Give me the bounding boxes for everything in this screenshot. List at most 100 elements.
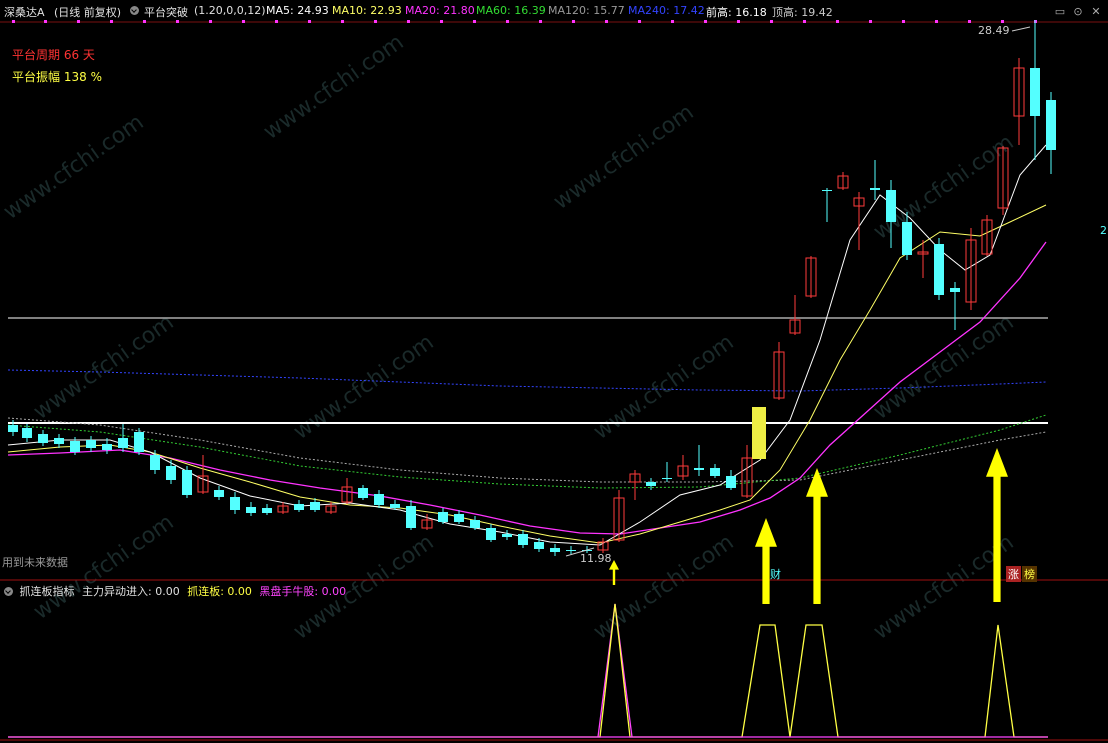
future-data-notice: 用到未来数据: [2, 556, 68, 569]
candle[interactable]: [662, 462, 672, 482]
candle-body: [902, 222, 912, 255]
candle[interactable]: [182, 466, 192, 498]
stock-name[interactable]: 深桑达A: [4, 4, 45, 20]
candle[interactable]: [518, 530, 528, 548]
badge-cai[interactable]: 财: [768, 566, 783, 582]
ma5-value: MA5: 24.93: [266, 4, 329, 17]
badge-zhang[interactable]: 涨: [1006, 566, 1021, 582]
candle-body: [166, 466, 176, 480]
candle[interactable]: [694, 445, 704, 476]
top-dot: [869, 20, 872, 23]
candle[interactable]: [741, 445, 753, 498]
top-dot: [308, 20, 311, 23]
candle[interactable]: [1046, 92, 1056, 174]
candle[interactable]: [502, 530, 512, 540]
candle[interactable]: [374, 490, 384, 508]
candle[interactable]: [726, 470, 736, 490]
candle[interactable]: [837, 172, 849, 190]
candle[interactable]: [150, 450, 160, 474]
candle[interactable]: [38, 430, 48, 446]
candle-body: [406, 506, 416, 528]
candlestick-series[interactable]: [8, 20, 1056, 556]
close-icon[interactable]: ✕: [1090, 6, 1102, 18]
platform-period: 平台周期 66 天: [12, 46, 95, 63]
right-edge-mark: 2: [1100, 224, 1107, 237]
candle[interactable]: [438, 508, 448, 524]
candle[interactable]: [934, 238, 944, 300]
candle[interactable]: [773, 342, 785, 400]
candle[interactable]: [566, 546, 576, 554]
candle[interactable]: [197, 455, 209, 494]
top-dot: [176, 20, 179, 23]
top-dot: [605, 20, 608, 23]
settings-circle-icon[interactable]: [4, 585, 16, 598]
candle[interactable]: [805, 256, 817, 298]
candle[interactable]: [710, 464, 720, 478]
candle[interactable]: [1013, 58, 1025, 145]
candle-body: [134, 432, 144, 452]
candle[interactable]: [486, 524, 496, 542]
platform-amp-label: 平台振幅: [12, 70, 61, 84]
ma60-value: MA60: 16.39: [476, 4, 546, 17]
candle[interactable]: [470, 516, 480, 530]
candle[interactable]: [22, 424, 32, 442]
top-dot: [209, 20, 212, 23]
candle[interactable]: [789, 295, 801, 335]
period-mode[interactable]: (日线 前复权): [54, 4, 121, 20]
top-dot: [1001, 20, 1004, 23]
candle[interactable]: [262, 504, 272, 515]
candle[interactable]: [950, 282, 960, 330]
top-dot: [12, 20, 15, 23]
candle-body: [390, 504, 400, 508]
candle[interactable]: [294, 500, 304, 512]
candle-body: [86, 440, 96, 448]
candle-body: [886, 190, 896, 222]
candle-body: [662, 478, 672, 479]
candle-body: [294, 504, 304, 510]
candle[interactable]: [230, 492, 240, 514]
top-dot: [836, 20, 839, 23]
top-dot: [473, 20, 476, 23]
top-dot: [440, 20, 443, 23]
candle-body: [710, 468, 720, 476]
candle[interactable]: [54, 434, 64, 448]
candle[interactable]: [677, 455, 689, 480]
candle[interactable]: [981, 215, 993, 256]
top-dot: [110, 20, 113, 23]
candle[interactable]: [629, 470, 641, 500]
candle[interactable]: [134, 428, 144, 455]
candle[interactable]: [166, 460, 176, 484]
up-arrow-icon: [755, 518, 777, 604]
candle[interactable]: [597, 538, 609, 553]
badge-bang[interactable]: 榜: [1022, 566, 1037, 582]
dropdown-circle-icon[interactable]: [130, 4, 145, 17]
main-chart[interactable]: www.cfchi.com www.cfchi.com www.cfchi.com w…: [0, 0, 1108, 743]
candle[interactable]: [214, 486, 224, 500]
candle-body: [518, 534, 528, 545]
restore-icon[interactable]: ⊙: [1072, 6, 1084, 18]
indicator-name[interactable]: 平台突破: [144, 4, 188, 20]
candle-body: [262, 508, 272, 513]
candle-body: [230, 497, 240, 510]
candle[interactable]: [86, 436, 96, 452]
candle-body: [102, 444, 112, 450]
minimize-icon[interactable]: ▭: [1054, 6, 1066, 18]
candle[interactable]: [1030, 20, 1040, 160]
candle[interactable]: [406, 500, 416, 530]
candle-body: [1046, 100, 1056, 150]
top-dot: [803, 20, 806, 23]
candle-body: [1030, 68, 1040, 116]
sub-indicator-name[interactable]: 抓连板指标: [20, 585, 75, 598]
watermark-text: www.cfchi.com: [259, 30, 408, 145]
platform-period-value: 66 天: [63, 48, 95, 62]
candle[interactable]: [822, 188, 832, 222]
candle[interactable]: [646, 478, 656, 490]
up-arrow-icon: [806, 468, 828, 604]
candle[interactable]: [246, 502, 256, 516]
candle[interactable]: [870, 160, 880, 200]
high-pointer: [1011, 26, 1031, 32]
candle[interactable]: [358, 485, 368, 500]
platform-amplitude: 平台振幅 138 %: [12, 68, 102, 85]
breakout-highlight: [752, 407, 766, 459]
candle[interactable]: [550, 544, 560, 556]
